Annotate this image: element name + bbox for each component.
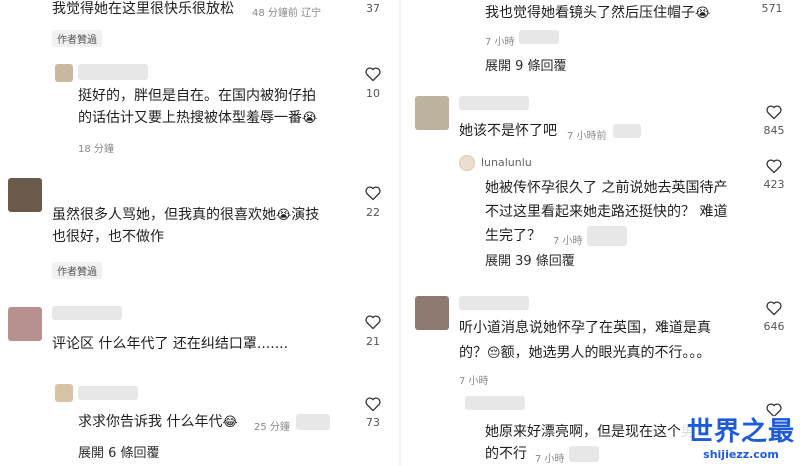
author-liked-badge: 作者贊過	[52, 262, 102, 279]
expand-replies-button[interactable]: 展開 9 條回覆	[485, 55, 567, 74]
heart-icon[interactable]	[364, 66, 382, 82]
user-icon[interactable]	[459, 155, 475, 171]
comment-text: 挺好的，胖但是自在。在国内被狗仔拍	[78, 88, 316, 104]
username-blurred	[78, 386, 138, 400]
like-count: 646	[763, 320, 785, 333]
like-count: 73	[366, 416, 380, 429]
avatar[interactable]	[415, 96, 449, 130]
expand-replies-button[interactable]: 展開 39 條回覆	[485, 250, 575, 269]
watermark-title: 世界之最	[686, 417, 795, 447]
comment-time: 25 分鐘	[254, 422, 290, 433]
like-count: 22	[366, 206, 380, 219]
comment-text: 听小道消息说她怀孕了在英国，难道是真	[459, 320, 711, 336]
avatar[interactable]	[55, 64, 73, 82]
heart-icon[interactable]	[364, 314, 382, 330]
like-count: 10	[366, 87, 380, 100]
like-count: 845	[763, 124, 785, 137]
comment-time: 7 小時前	[567, 131, 607, 142]
crying-emoji: 😭	[276, 208, 292, 223]
heart-icon[interactable]	[364, 185, 382, 201]
comment-time: 7 小時	[485, 37, 515, 48]
blurred-region	[296, 414, 330, 430]
username-blurred	[459, 296, 529, 310]
comment-time: 18 分鐘	[78, 144, 114, 155]
like-count: 571	[761, 2, 783, 15]
username[interactable]: lunalunlu	[481, 156, 532, 169]
left-comment-panel: 我觉得她在这里很快乐很放松 48 分鐘前 辽宁 37 作者贊過 10 挺好的，胖…	[0, 0, 399, 466]
comment-text: 她被传怀孕很久了 之前说她去英国待产	[485, 180, 728, 196]
blurred-region	[587, 226, 627, 246]
comment-text: 她该不是怀了吧	[459, 123, 557, 139]
heart-icon[interactable]	[364, 396, 382, 412]
comment-text: 不过这里看起来她走路还挺快的？ 难道	[485, 204, 728, 220]
like-count: 37	[366, 2, 380, 15]
sad-emoji: 😔	[487, 346, 501, 361]
watermark: 世界之最 shijiezz.com	[682, 416, 800, 466]
comment-time: 48 分鐘前 辽宁	[252, 8, 322, 19]
like-count: 21	[366, 335, 380, 348]
blurred-region	[519, 30, 559, 44]
comment-text: 求求你告诉我 什么年代😂	[78, 411, 238, 434]
like-count: 423	[763, 178, 785, 191]
expand-replies-button[interactable]: 展開 6 條回覆	[78, 442, 160, 461]
crying-emoji: 😭	[302, 111, 318, 126]
comment-text: 生完了？	[485, 228, 541, 244]
comment-text: 我也觉得她看镜头了然后压住帽子😭	[485, 2, 710, 25]
username-blurred	[465, 396, 525, 410]
right-comment-panel: 我也觉得她看镜头了然后压住帽子😭 571 7 小時 展開 9 條回覆 845 她…	[401, 0, 800, 466]
username-blurred	[459, 96, 529, 110]
heart-icon[interactable]	[765, 300, 783, 316]
comment-text: 的？😔额，她选男人的眼光真的不行。。。	[459, 342, 711, 365]
avatar[interactable]	[55, 384, 73, 402]
comment-text: 也很好，也不做作	[52, 229, 164, 245]
heart-icon[interactable]	[765, 104, 783, 120]
avatar[interactable]	[415, 296, 449, 330]
blurred-region	[569, 446, 599, 462]
avatar[interactable]	[8, 307, 42, 341]
blurred-region	[613, 124, 641, 138]
heart-icon[interactable]	[765, 158, 783, 174]
author-liked-badge: 作者贊過	[52, 30, 102, 47]
laughing-emoji: 😂	[222, 415, 238, 430]
comment-text: 我觉得她在这里很快乐很放松	[52, 1, 234, 17]
avatar[interactable]	[8, 178, 42, 212]
username-blurred	[78, 64, 148, 80]
comment-text: 的不行	[485, 446, 527, 462]
comment-time: 7 小時	[553, 236, 583, 247]
username-blurred	[52, 306, 122, 320]
comment-text: 她原来好漂亮啊，但是现在这个男	[485, 424, 695, 440]
crying-emoji: 😭	[695, 6, 711, 21]
comment-text: 评论区 什么年代了 还在纠结口罩.......	[52, 336, 289, 352]
comment-time: 7 小時	[459, 376, 489, 387]
comment-text: 虽然很多人骂她，但我真的很喜欢她😭演技	[52, 204, 319, 227]
comment-time: 7 小時	[535, 454, 565, 465]
watermark-url: shijiezz.com	[703, 448, 779, 461]
comment-text: 的话估计又要上热搜被体型羞辱一番😭	[78, 107, 317, 130]
